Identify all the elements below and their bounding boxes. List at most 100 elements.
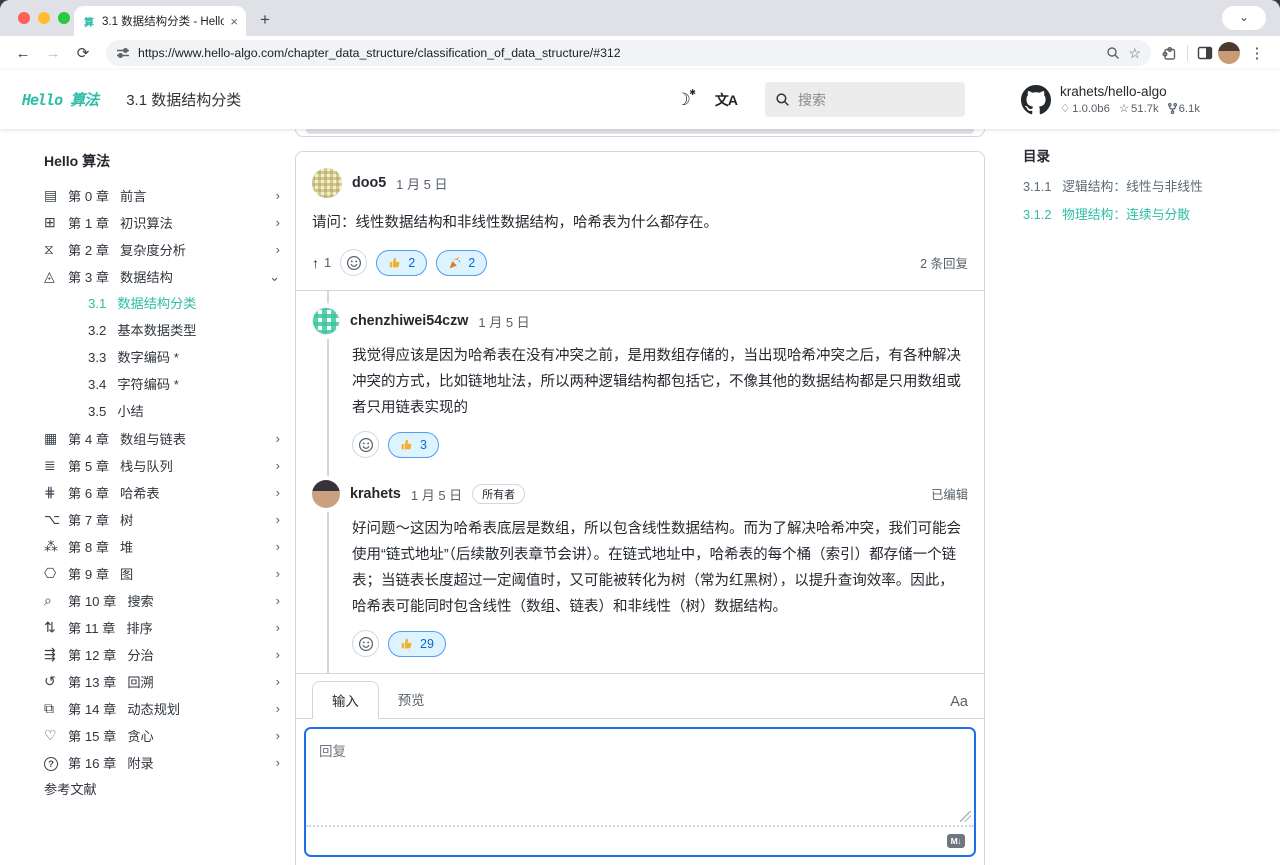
language-switch-icon[interactable]: 文A: [715, 90, 737, 110]
graph-icon: ⎔: [44, 565, 68, 582]
sidebar-item-chapter-15[interactable]: ♡第 15 章 贪心›: [44, 722, 280, 749]
greedy-heart-icon: ♡: [44, 727, 68, 744]
chevron-right-icon: ›: [276, 242, 280, 257]
sidebar-item-chapter-8[interactable]: ⁂第 8 章 堆›: [44, 533, 280, 560]
sidebar-item-references[interactable]: 参考文献: [44, 776, 280, 803]
comment-body: 请问：线性数据结构和非线性数据结构，哈希表为什么都存在。: [312, 210, 968, 236]
upvote-arrow-icon: ↑: [312, 255, 319, 271]
avatar[interactable]: [312, 480, 340, 508]
upvote-count: 1: [324, 255, 331, 270]
reply-author[interactable]: chenzhiwei54czw: [350, 313, 468, 329]
avatar[interactable]: [312, 168, 342, 198]
sidebar-item-chapter-6[interactable]: ⋕第 6 章 哈希表›: [44, 479, 280, 506]
add-reaction-button[interactable]: [340, 249, 367, 276]
tab-preview[interactable]: 预览: [379, 681, 444, 718]
chevron-right-icon: ›: [276, 485, 280, 500]
array-grid-icon: ▦: [44, 430, 68, 447]
sidebar-item-chapter-9[interactable]: ⎔第 9 章 图›: [44, 560, 280, 587]
fullscreen-window-button[interactable]: [58, 12, 70, 24]
chevron-right-icon: ›: [276, 539, 280, 554]
reaction-count: 2: [468, 256, 475, 270]
site-settings-icon[interactable]: [116, 46, 130, 60]
sidebar-subitem-3-3[interactable]: 3.3 数字编码 *: [44, 344, 280, 371]
sidebar-item-chapter-13[interactable]: ↺第 13 章 回溯›: [44, 668, 280, 695]
sidebar-item-chapter-0[interactable]: ▤第 0 章 前言›: [44, 182, 280, 209]
reaction-thumbs-up[interactable]: 2: [376, 250, 427, 276]
chevron-right-icon: ›: [276, 728, 280, 743]
toc-item-3-1-1[interactable]: 3.1.1 逻辑结构：线性与非线性: [1023, 176, 1273, 204]
sidebar-subitem-3-2[interactable]: 3.2 基本数据类型: [44, 317, 280, 344]
reply-author[interactable]: krahets: [350, 486, 401, 502]
comment-thread-area: doo5 1 月 5 日 请问：线性数据结构和非线性数据结构，哈希表为什么都存在…: [295, 129, 985, 865]
theme-toggle-icon[interactable]: ☽✱: [676, 90, 691, 110]
tab-write[interactable]: 输入: [312, 681, 379, 719]
bookmark-star-icon[interactable]: ☆: [1128, 45, 1141, 62]
sidebar-item-chapter-11[interactable]: ⇅第 11 章 排序›: [44, 614, 280, 641]
browser-window: 算 3.1 数据结构分类 - Hello 算法 × + ⌄ ← → ⟳ http…: [0, 0, 1280, 865]
table-of-contents: 目录 3.1.1 逻辑结构：线性与非线性 3.1.2 物理结构：连续与分散: [1023, 145, 1273, 232]
stack-icon: ≣: [44, 457, 68, 474]
add-reaction-button[interactable]: [352, 630, 379, 657]
reply-editor: M↓: [304, 727, 976, 857]
sort-icon: ⇅: [44, 619, 68, 636]
sidebar-subitem-3-4[interactable]: 3.4 字符编码 *: [44, 371, 280, 398]
site-logo[interactable]: Hello 算法: [22, 89, 98, 110]
repo-name[interactable]: krahets/hello-algo: [1060, 84, 1200, 99]
reaction-party[interactable]: 2: [436, 250, 487, 276]
sidebar-item-chapter-16[interactable]: ?第 16 章 附录›: [44, 749, 280, 776]
sidebar-subitem-3-5[interactable]: 3.5 小结: [44, 398, 280, 425]
comment-author[interactable]: doo5: [352, 175, 386, 191]
sidebar-subitem-3-1[interactable]: 3.1 数据结构分类: [44, 290, 280, 317]
reaction-thumbs-up[interactable]: 29: [388, 631, 446, 657]
address-bar[interactable]: https://www.hello-algo.com/chapter_data_…: [106, 40, 1151, 66]
comment-card: doo5 1 月 5 日 请问：线性数据结构和非线性数据结构，哈希表为什么都存在…: [295, 151, 985, 865]
toc-item-3-1-2[interactable]: 3.1.2 物理结构：连续与分散: [1023, 204, 1273, 232]
markdown-icon: M↓: [947, 834, 965, 848]
hash-table-icon: ⋕: [44, 484, 68, 501]
reply-textarea[interactable]: [306, 729, 974, 825]
sidebar-item-chapter-5[interactable]: ≣第 5 章 栈与队列›: [44, 452, 280, 479]
browser-profile-avatar[interactable]: [1218, 42, 1240, 64]
text-style-icon[interactable]: Aa: [950, 694, 968, 718]
add-reaction-button[interactable]: [352, 431, 379, 458]
sidebar-item-chapter-7[interactable]: ⌥第 7 章 树›: [44, 506, 280, 533]
url-text[interactable]: https://www.hello-algo.com/chapter_data_…: [138, 46, 1098, 60]
tab-search-button[interactable]: ⌄: [1222, 6, 1266, 30]
side-panel-icon[interactable]: [1196, 44, 1214, 62]
window-controls[interactable]: [18, 12, 70, 24]
sidebar-item-chapter-2[interactable]: ⧖第 2 章 复杂度分析›: [44, 236, 280, 263]
hourglass-icon: ⧖: [44, 241, 68, 258]
resize-handle[interactable]: [960, 811, 971, 822]
upvote-button[interactable]: ↑1: [312, 255, 331, 271]
forward-button[interactable]: →: [40, 45, 66, 62]
sidebar-item-chapter-12[interactable]: ⇶第 12 章 分治›: [44, 641, 280, 668]
github-repo-link[interactable]: krahets/hello-algo ♢1.0.0b6 ☆51.7k 6.1k: [1021, 84, 1200, 115]
close-window-button[interactable]: [18, 12, 30, 24]
zoom-icon[interactable]: [1106, 46, 1120, 60]
new-tab-button[interactable]: +: [260, 10, 270, 30]
browser-menu-icon[interactable]: ⋮: [1244, 44, 1270, 62]
back-button[interactable]: ←: [10, 45, 36, 62]
chevron-right-icon: ›: [276, 701, 280, 716]
reaction-thumbs-up[interactable]: 3: [388, 432, 439, 458]
sidebar-item-chapter-4[interactable]: ▦第 4 章 数组与链表›: [44, 425, 280, 452]
sidebar-item-chapter-1[interactable]: ⊞第 1 章 初识算法›: [44, 209, 280, 236]
extensions-icon[interactable]: [1161, 44, 1179, 62]
search-box[interactable]: [765, 82, 965, 117]
sidebar-site-title: Hello 算法: [44, 151, 280, 171]
tab-close-icon[interactable]: ×: [230, 14, 238, 29]
thumbs-up-emoji: [400, 438, 414, 452]
avatar[interactable]: [312, 307, 340, 335]
search-input[interactable]: [798, 92, 928, 108]
minimize-window-button[interactable]: [38, 12, 50, 24]
repo-stars: 51.7k: [1131, 103, 1159, 115]
tab-title: 3.1 数据结构分类 - Hello 算法: [102, 13, 224, 29]
reply: chenzhiwei54czw 1 月 5 日 我觉得应该是因为哈希表在没有冲突…: [312, 291, 968, 464]
sidebar-item-chapter-14[interactable]: ⧉第 14 章 动态规划›: [44, 695, 280, 722]
reply-form: 输入 预览 Aa M↓ 取消: [296, 673, 984, 865]
comment: doo5 1 月 5 日 请问：线性数据结构和非线性数据结构，哈希表为什么都存在…: [296, 152, 984, 290]
refresh-button[interactable]: ⟳: [70, 44, 96, 62]
sidebar-item-chapter-3[interactable]: ◬第 3 章 数据结构⌄: [44, 263, 280, 290]
browser-tab[interactable]: 算 3.1 数据结构分类 - Hello 算法 ×: [74, 6, 246, 36]
sidebar-item-chapter-10[interactable]: ⌕第 10 章 搜索›: [44, 587, 280, 614]
